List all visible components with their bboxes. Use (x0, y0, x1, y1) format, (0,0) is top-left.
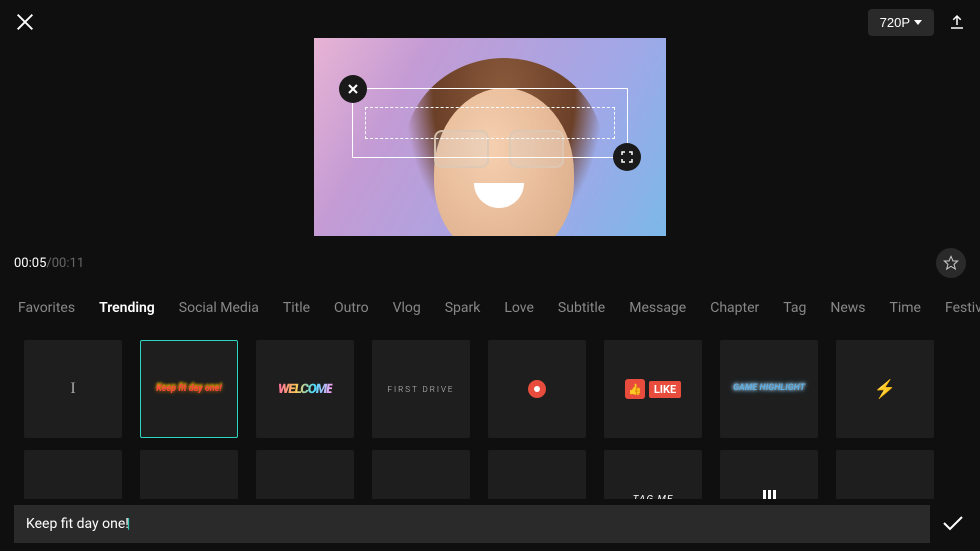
star-icon (943, 255, 959, 271)
tab-outro[interactable]: Outro (334, 300, 369, 316)
tab-favorites[interactable]: Favorites (18, 300, 75, 316)
tab-tag[interactable]: Tag (783, 300, 806, 316)
preview-area (0, 38, 980, 238)
close-icon[interactable] (14, 11, 36, 33)
record-dot-icon (528, 380, 546, 398)
template-card-plain[interactable]: I (24, 340, 122, 438)
tab-love[interactable]: Love (504, 300, 534, 316)
text-input-bar[interactable]: Keep fit day one!| (14, 505, 930, 543)
lightning-icon: ⚡ (874, 379, 896, 400)
template-card[interactable] (836, 450, 934, 499)
tab-festival[interactable]: Festival (945, 300, 980, 316)
total-time: 00:11 (52, 256, 84, 271)
tab-social-media[interactable]: Social Media (179, 300, 259, 316)
tab-trending[interactable]: Trending (99, 300, 155, 316)
template-card[interactable] (488, 450, 586, 499)
overlay-resize-handle[interactable] (613, 143, 641, 171)
resolution-button[interactable]: 720P (868, 9, 934, 36)
template-card[interactable] (256, 450, 354, 499)
chevron-down-icon (914, 20, 922, 25)
tab-time[interactable]: Time (890, 300, 921, 316)
template-card-like[interactable]: 👍 LIKE (604, 340, 702, 438)
template-card-keep-fit[interactable]: Keep fit day one! (140, 340, 238, 438)
resolution-label: 720P (880, 15, 910, 30)
video-preview[interactable] (314, 38, 666, 236)
template-card-tag-me[interactable]: TAG ME (604, 450, 702, 499)
tab-spark[interactable]: Spark (445, 300, 481, 316)
category-tabs: Favorites Trending Social Media Title Ou… (0, 288, 980, 328)
export-icon[interactable] (948, 13, 966, 31)
current-time: 00:05 (14, 256, 46, 271)
input-confirm-button[interactable] (942, 515, 964, 535)
favorite-button[interactable] (936, 248, 966, 278)
template-card-first-drive[interactable]: FIRST DRIVE (372, 340, 470, 438)
check-icon (942, 515, 964, 531)
template-card-record[interactable] (488, 340, 586, 438)
tab-chapter[interactable]: Chapter (710, 300, 759, 316)
tab-message[interactable]: Message (629, 300, 686, 316)
template-grid: I Keep fit day one! WELCOME FIRST DRIVE … (0, 336, 980, 499)
text-input-value: Keep fit day one! (26, 516, 129, 532)
stripes-icon (763, 490, 776, 499)
text-overlay-frame[interactable] (352, 88, 628, 158)
tab-news[interactable]: News (830, 300, 865, 316)
template-card[interactable] (140, 450, 238, 499)
tab-vlog[interactable]: Vlog (393, 300, 421, 316)
time-display: 00:05 / 00:11 (14, 248, 966, 278)
template-card-game-highlight[interactable]: GAME HIGHLIGHT (720, 340, 818, 438)
thumbs-up-icon: 👍 (625, 379, 645, 399)
tab-subtitle[interactable]: Subtitle (558, 300, 605, 316)
template-card[interactable] (372, 450, 470, 499)
template-card-bolt[interactable]: ⚡ (836, 340, 934, 438)
tab-title[interactable]: Title (283, 300, 310, 316)
template-card-stripes[interactable] (720, 450, 818, 499)
template-card[interactable] (24, 450, 122, 499)
overlay-close-button[interactable] (339, 75, 367, 103)
template-card-welcome[interactable]: WELCOME (256, 340, 354, 438)
